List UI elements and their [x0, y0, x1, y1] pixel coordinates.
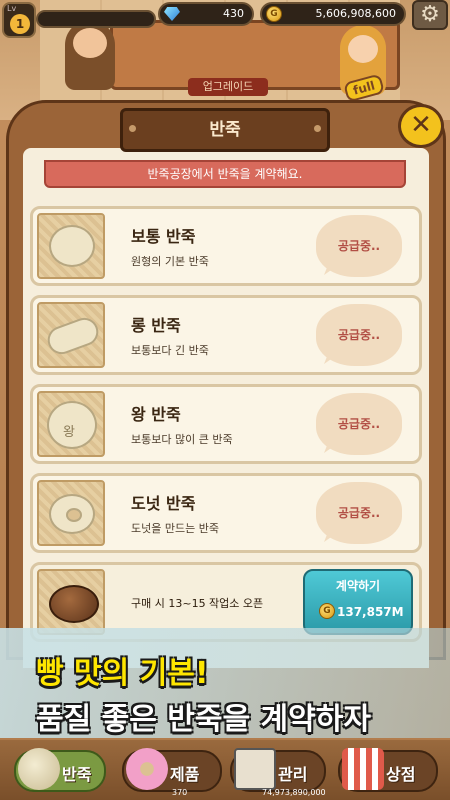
- contract-button[interactable]: 계약하기 G 137,857M: [303, 569, 413, 635]
- settings-gear-icon[interactable]: ⚙: [412, 0, 448, 30]
- dough-icon: [18, 748, 60, 790]
- item-thumbnail: [37, 302, 105, 368]
- item-desc: 원형의 기본 반죽: [131, 255, 209, 268]
- gold-counter[interactable]: G 5,606,908,600: [260, 2, 406, 26]
- supply-status-bubble: 공급중..: [316, 482, 402, 544]
- donut-icon: [126, 748, 168, 790]
- shop-icon: [342, 748, 384, 790]
- nav-label: 제품: [170, 765, 200, 784]
- dough-item-king[interactable]: 왕 왕 반죽 보통보다 많이 큰 반죽 공급중..: [30, 384, 422, 464]
- item-desc: 도넛을 만드는 반죽: [131, 522, 219, 535]
- nav-label: 상점: [386, 765, 416, 784]
- info-banner: 반죽공장에서 반죽을 계약해요.: [44, 160, 406, 188]
- level-number: 1: [10, 14, 30, 34]
- modal-title: 반죽: [120, 108, 330, 152]
- gem-value: 430: [223, 7, 244, 20]
- close-icon[interactable]: ✕: [398, 104, 444, 148]
- item-name: 보통 반죽: [131, 227, 196, 246]
- gold-value: 5,606,908,600: [315, 7, 396, 20]
- king-stamp: 왕: [63, 425, 75, 440]
- item-thumbnail: [37, 480, 105, 546]
- long-dough-icon: [43, 313, 103, 359]
- round-dough-icon: [49, 225, 95, 267]
- item-thumbnail: 왕: [37, 391, 105, 457]
- gem-icon: [164, 7, 180, 21]
- contract-price: 137,857M: [337, 605, 404, 619]
- nav-products[interactable]: 제품: [122, 748, 222, 792]
- dough-item-long[interactable]: 롱 반죽 보통보다 긴 반죽 공급중..: [30, 295, 422, 375]
- item-name: 도넛 반죽: [131, 494, 196, 513]
- level-badge: Lv 1: [2, 2, 36, 38]
- king-dough-icon: 왕: [47, 401, 97, 449]
- coin-icon: G: [319, 603, 335, 619]
- item-name: 롱 반죽: [131, 316, 181, 335]
- contract-label: 계약하기: [335, 579, 381, 593]
- dough-item-normal[interactable]: 보통 반죽 원형의 기본 반죽 공급중..: [30, 206, 422, 286]
- supply-status-bubble: 공급중..: [316, 393, 402, 455]
- mini-gold-value: 74,973,890,000: [262, 788, 326, 797]
- nav-dough[interactable]: 반죽: [14, 748, 106, 792]
- item-desc: 구매 시 13~15 작업소 오픈: [131, 597, 264, 610]
- item-name: 왕 반죽: [131, 405, 181, 424]
- choco-dough-icon: [49, 585, 99, 623]
- ledger-icon: [234, 748, 276, 790]
- mini-gem-value: 370: [172, 788, 188, 797]
- item-desc: 보통보다 많이 큰 반죽: [131, 433, 233, 446]
- nav-label: 관리: [278, 765, 308, 784]
- nav-label: 반죽: [62, 765, 92, 784]
- xp-bar: [36, 10, 156, 28]
- upgrade-label: 업그레이드: [188, 78, 268, 96]
- item-thumbnail: [37, 213, 105, 279]
- gem-counter[interactable]: 430: [158, 2, 254, 26]
- baker-character: [65, 20, 115, 90]
- item-thumbnail: [37, 569, 105, 635]
- level-tag: Lv: [7, 4, 17, 13]
- dough-item-donut[interactable]: 도넛 반죽 도넛을 만드는 반죽 공급중..: [30, 473, 422, 553]
- promo-line-1: 빵 맛의 기본!: [36, 656, 209, 691]
- nav-shop[interactable]: 상점: [338, 748, 438, 792]
- item-desc: 보통보다 긴 반죽: [131, 344, 209, 357]
- donut-dough-icon: [49, 494, 95, 534]
- nav-manage[interactable]: 관리: [230, 748, 326, 792]
- supply-status-bubble: 공급중..: [316, 304, 402, 366]
- coin-icon: G: [266, 6, 282, 22]
- promo-line-2: 품질 좋은 반죽을 계약하자: [36, 702, 371, 737]
- supply-status-bubble: 공급중..: [316, 215, 402, 277]
